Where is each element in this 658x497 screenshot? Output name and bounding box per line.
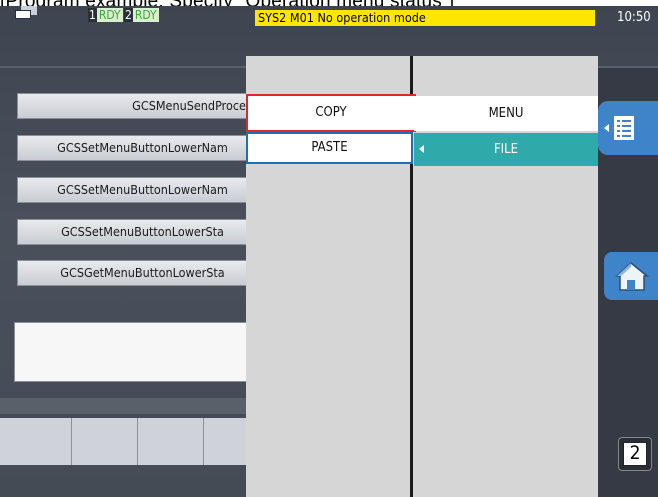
home-icon	[615, 262, 650, 291]
softkey-2[interactable]	[72, 418, 138, 465]
message-area	[14, 322, 264, 382]
copy-menu-item[interactable]: COPY	[246, 94, 416, 132]
softkey-1[interactable]	[0, 418, 72, 465]
clock: 10:50	[617, 10, 651, 25]
selected-arrow-icon	[419, 145, 424, 153]
page-switch-button[interactable]: 2	[618, 437, 652, 471]
gcs-set-menu-button-lower-name-button-1[interactable]: GCSSetMenuButtonLowerNam	[17, 135, 262, 161]
gcs-set-menu-button-lower-name-button-2[interactable]: GCSSetMenuButtonLowerNam	[17, 177, 262, 203]
system-1-ready: RDY	[96, 8, 123, 22]
system-1-status: 1 RDY	[88, 8, 123, 22]
collapse-arrow-icon	[604, 124, 609, 132]
system-2-status: 2 RDY	[124, 8, 159, 22]
nc-screen: 1 RDY 2 RDY SYS2 M01 No operation mode 10:…	[0, 6, 658, 497]
list-toggle-icon	[614, 116, 634, 140]
window-switch-icon[interactable]	[15, 6, 37, 20]
softkey-3[interactable]	[138, 418, 204, 465]
system-2-ready: RDY	[132, 8, 159, 22]
status-message-bar: SYS2 M01 No operation mode	[255, 10, 595, 26]
system-2-number: 2	[124, 8, 133, 22]
gcs-set-menu-button-lower-state-button[interactable]: GCSSetMenuButtonLowerSta	[17, 219, 262, 245]
menu-tab[interactable]: MENU	[414, 96, 598, 131]
file-tab-label: FILE	[493, 142, 519, 157]
list-toggle-button[interactable]	[598, 101, 658, 155]
gcs-menu-send-process-button[interactable]: GCSMenuSendProcessI	[17, 93, 262, 119]
softkey-bar	[0, 418, 260, 465]
lower-strip	[0, 398, 260, 414]
paste-menu-item[interactable]: PASTE	[246, 132, 413, 164]
gcs-get-menu-button-lower-state-button[interactable]: GCSGetMenuButtonLowerSta	[17, 260, 262, 286]
home-button[interactable]	[604, 252, 658, 300]
page-number: 2	[623, 442, 647, 466]
system-1-number: 1	[88, 8, 97, 22]
file-tab[interactable]: FILE	[414, 133, 598, 166]
